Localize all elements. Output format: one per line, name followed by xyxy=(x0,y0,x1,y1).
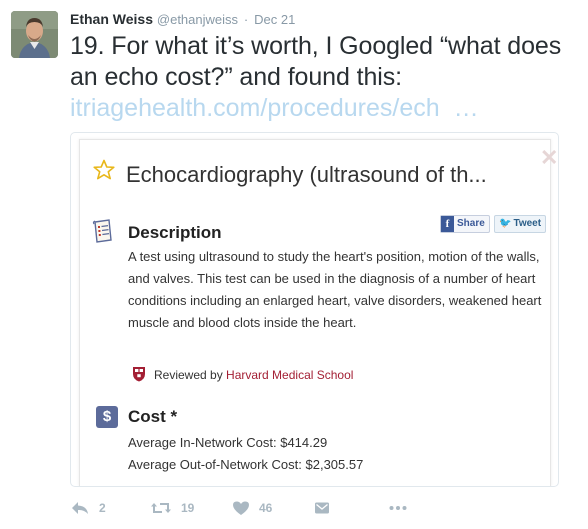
like-count: 46 xyxy=(259,501,273,515)
facebook-icon: f xyxy=(441,216,454,232)
reply-button[interactable]: 2 xyxy=(70,498,106,518)
document-list-icon xyxy=(92,219,112,243)
tweet-text: 19. For what it’s worth, I Googled “what… xyxy=(70,32,562,91)
more-button[interactable] xyxy=(388,498,408,518)
tweet-link[interactable]: itriagehealth.com/procedures/ech … xyxy=(70,93,479,124)
share-button[interactable] xyxy=(314,498,330,518)
tweet-date[interactable]: Dec 21 xyxy=(254,12,295,27)
out-of-network-cost: Average Out-of-Network Cost: $2,305.57 xyxy=(128,457,364,472)
reviewed-prefix: Reviewed by xyxy=(154,368,223,382)
reply-count: 2 xyxy=(99,501,106,515)
reviewer-link[interactable]: Harvard Medical School xyxy=(226,368,353,382)
author-name[interactable]: Ethan Weiss xyxy=(70,11,153,27)
header-separator: · xyxy=(243,12,249,27)
share-button-label: Share xyxy=(457,218,485,229)
tweet-actions: 2 19 46 xyxy=(70,498,490,518)
dollar-icon: $ xyxy=(96,406,118,428)
star-outline-icon[interactable] xyxy=(92,158,116,182)
harvard-shield-icon xyxy=(133,367,145,382)
more-dots-icon xyxy=(389,506,407,510)
description-heading: Description xyxy=(128,223,222,242)
tweet-button-label: Tweet xyxy=(513,218,542,229)
in-network-cost: Average In-Network Cost: $414.29 xyxy=(128,435,328,450)
tweet-header: Ethan Weiss @ethanjweiss · Dec 21 xyxy=(70,9,295,29)
author-handle[interactable]: @ethanjweiss xyxy=(157,12,238,27)
close-icon[interactable]: ✕ xyxy=(540,147,558,169)
retweet-button[interactable]: 19 xyxy=(150,498,194,518)
reply-arrow-icon xyxy=(72,502,88,514)
link-card[interactable]: ✕ Echocardiography (ultrasound of th... … xyxy=(70,132,559,487)
heart-icon xyxy=(233,501,249,515)
like-button[interactable]: 46 xyxy=(232,498,272,518)
tweet-link-text[interactable]: itriagehealth.com/procedures/ech xyxy=(70,94,440,122)
envelope-icon xyxy=(315,502,329,514)
avatar[interactable] xyxy=(11,11,58,58)
card-content: ✕ Echocardiography (ultrasound of th... … xyxy=(79,139,558,486)
description-body: A test using ultrasound to study the hea… xyxy=(128,249,542,330)
cost-heading: Cost * xyxy=(128,407,178,426)
facebook-share-button[interactable]: f Share xyxy=(440,215,490,233)
twitter-bird-icon: 🐦 xyxy=(499,218,512,229)
retweet-count: 19 xyxy=(181,501,195,515)
card-title[interactable]: Echocardiography (ultrasound of th... xyxy=(126,160,487,190)
reviewed-by: Reviewed by Harvard Medical School xyxy=(154,367,353,383)
tweet-button[interactable]: 🐦 Tweet xyxy=(494,215,547,233)
tweet-link-ellipsis[interactable]: … xyxy=(454,94,479,122)
retweet-icon xyxy=(151,503,171,513)
